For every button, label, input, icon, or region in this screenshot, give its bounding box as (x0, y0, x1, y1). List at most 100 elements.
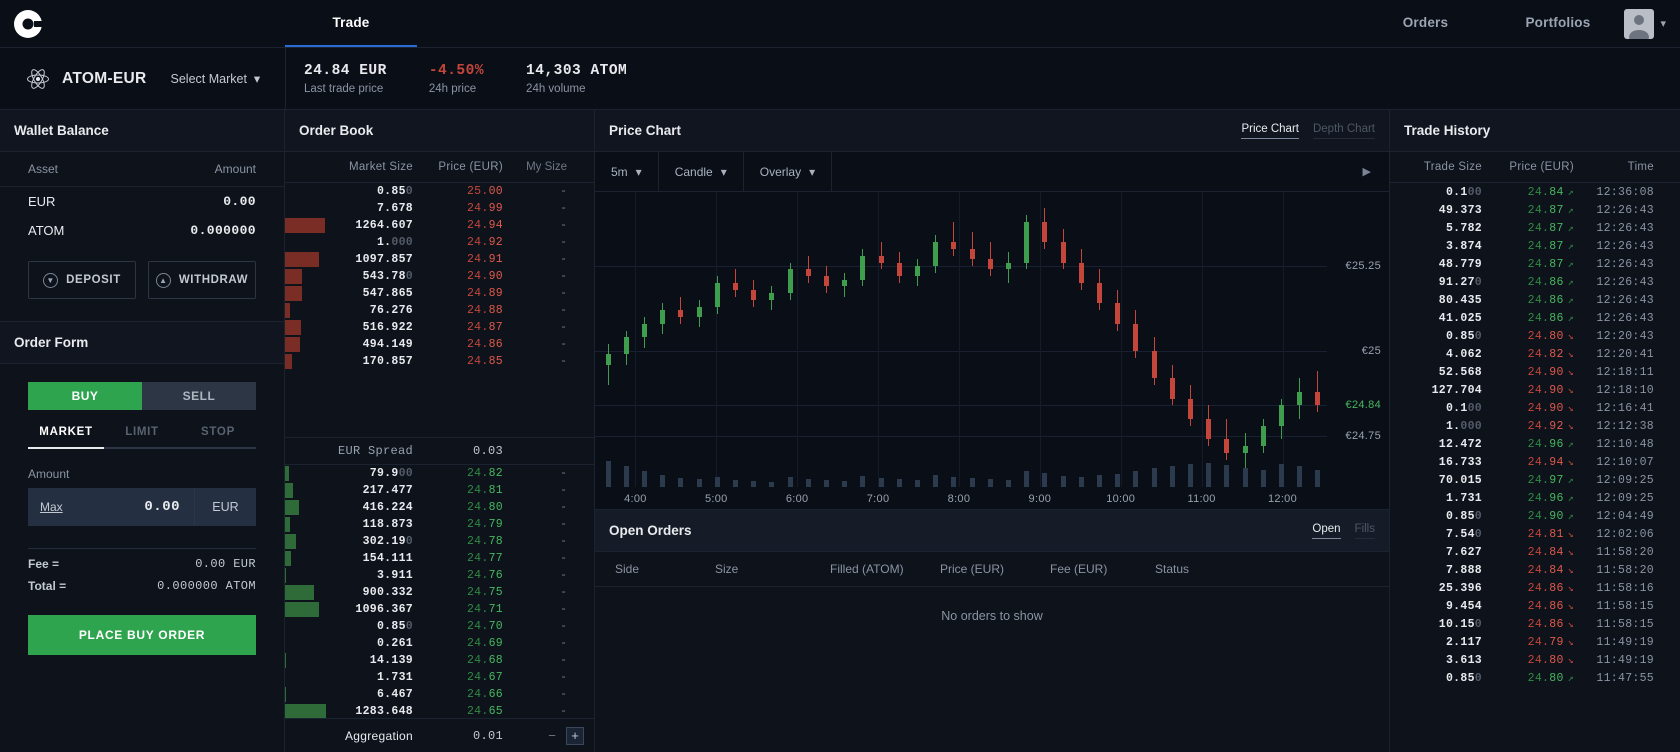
order-price: 24.85 (466, 355, 503, 368)
order-book-row[interactable]: 170.857 24.85 - (285, 353, 594, 370)
order-book-row[interactable]: 154.111 24.77 - (285, 550, 594, 567)
tab-portfolios[interactable]: Portfolios (1491, 0, 1624, 47)
market-selector[interactable]: ATOM-EUR Select Market ▾ (0, 67, 285, 91)
price-chart-canvas[interactable]: €25.25 €25 €24.84 €24.75 4:00 5:00 6:00 7:00 8:0… (595, 192, 1389, 509)
order-my-size: - (560, 500, 567, 514)
tab-trade[interactable]: Trade (285, 0, 417, 47)
trade-history-row[interactable]: 0.100 24.90 ↘ 12:16:41 (1390, 399, 1680, 417)
trade-history-row[interactable]: 1.731 24.96 ↗ 12:09:25 (1390, 489, 1680, 507)
interval-dropdown[interactable]: 5m ▾ (595, 152, 659, 191)
trade-history-row[interactable]: 4.062 24.82 ↘ 12:20:41 (1390, 345, 1680, 363)
candle-body (1279, 405, 1284, 426)
trade-history-row[interactable]: 127.704 24.90 ↘ 12:18:10 (1390, 381, 1680, 399)
aggregation-increase-button[interactable]: + (566, 726, 584, 745)
stat-last-trade-price: 24.84 EUR Last trade price (304, 63, 429, 95)
aggregation-decrease-button[interactable]: − (544, 728, 560, 743)
trade-history-row[interactable]: 3.874 24.87 ↗ 12:26:43 (1390, 237, 1680, 255)
trade-history-row[interactable]: 25.396 24.86 ↘ 11:58:16 (1390, 579, 1680, 597)
deposit-button[interactable]: ▼ DEPOSIT (28, 261, 136, 299)
order-book-row[interactable]: 118.873 24.79 - (285, 516, 594, 533)
volume-bar (733, 480, 738, 487)
overlay-dropdown[interactable]: Overlay ▾ (744, 152, 833, 191)
tab-fills[interactable]: Fills (1354, 523, 1375, 539)
play-icon[interactable]: ▶ (1345, 165, 1389, 178)
asks-list[interactable]: 0.850 25.00-7.678 24.99-1264.607 24.94-1.00… (285, 183, 594, 437)
trade-history-row[interactable]: 0.850 24.80 ↘ 12:20:43 (1390, 327, 1680, 345)
trade-history-row[interactable]: 7.627 24.84 ↘ 11:58:20 (1390, 543, 1680, 561)
order-book-row[interactable]: 0.850 25.00 - (285, 183, 594, 200)
order-book-row[interactable]: 0.850 24.70 - (285, 618, 594, 635)
trade-history-row[interactable]: 7.540 24.81 ↘ 12:02:06 (1390, 525, 1680, 543)
sell-button[interactable]: SELL (142, 382, 256, 410)
account-menu[interactable]: ▾ (1624, 0, 1680, 47)
trade-history-row[interactable]: 16.733 24.94 ↘ 12:10:07 (1390, 453, 1680, 471)
coinbase-logo-icon[interactable] (14, 9, 42, 38)
trade-history-row[interactable]: 0.100 24.84 ↗ 12:36:08 (1390, 183, 1680, 201)
trade-history-row[interactable]: 41.025 24.86 ↗ 12:26:43 (1390, 309, 1680, 327)
trade-history-row[interactable]: 1.000 24.92 ↘ 12:12:38 (1390, 417, 1680, 435)
trade-history-row[interactable]: 91.270 24.86 ↗ 12:26:43 (1390, 273, 1680, 291)
order-book-row[interactable]: 1097.857 24.91 - (285, 251, 594, 268)
order-price: 24.89 (466, 287, 503, 300)
tab-open[interactable]: Open (1312, 523, 1341, 539)
order-book-row[interactable]: 516.922 24.87 - (285, 319, 594, 336)
trade-size: 3.613 (1445, 653, 1482, 667)
order-book-row[interactable]: 900.332 24.75 - (285, 584, 594, 601)
withdraw-button[interactable]: ▲ WITHDRAW (148, 261, 256, 299)
avatar[interactable] (1624, 8, 1655, 39)
order-book-row[interactable]: 1264.607 24.94 - (285, 217, 594, 234)
order-book-row[interactable]: 76.276 24.88 - (285, 302, 594, 319)
order-book-row[interactable]: 79.900 24.82 - (285, 465, 594, 482)
trade-history-row[interactable]: 5.782 24.87 ↗ 12:26:43 (1390, 219, 1680, 237)
trade-price: 24.87 ↗ (1527, 221, 1574, 235)
chart-time-gridline (1201, 192, 1203, 487)
trade-history-row[interactable]: 0.850 24.80 ↗ 11:47:55 (1390, 669, 1680, 687)
order-book-row[interactable]: 0.261 24.69 - (285, 635, 594, 652)
max-link[interactable]: Max (28, 500, 63, 514)
order-book-row[interactable]: 1.000 24.92 - (285, 234, 594, 251)
trade-history-row[interactable]: 10.150 24.86 ↘ 11:58:15 (1390, 615, 1680, 633)
order-book-row[interactable]: 543.780 24.90 - (285, 268, 594, 285)
amount-input[interactable]: 0.00 (144, 499, 194, 515)
trade-history-row[interactable]: 49.373 24.87 ↗ 12:26:43 (1390, 201, 1680, 219)
order-type-market[interactable]: MARKET (28, 426, 104, 447)
trade-history-row[interactable]: 0.850 24.90 ↗ 12:04:49 (1390, 507, 1680, 525)
trade-history-row[interactable]: 80.435 24.86 ↗ 12:26:43 (1390, 291, 1680, 309)
trade-price: 24.80 ↗ (1527, 671, 1574, 685)
tab-depth-chart[interactable]: Depth Chart (1312, 123, 1375, 139)
order-book-row[interactable]: 302.190 24.78 - (285, 533, 594, 550)
buy-button[interactable]: BUY (28, 382, 142, 410)
order-type-limit[interactable]: LIMIT (104, 426, 180, 447)
order-book-row[interactable]: 3.911 24.76 - (285, 567, 594, 584)
trade-history-row[interactable]: 7.888 24.84 ↘ 11:58:20 (1390, 561, 1680, 579)
tab-orders[interactable]: Orders (1359, 0, 1491, 47)
place-buy-order-button[interactable]: PLACE BUY ORDER (28, 615, 256, 655)
trade-history-row[interactable]: 48.779 24.87 ↗ 12:26:43 (1390, 255, 1680, 273)
trade-history-list[interactable]: 0.100 24.84 ↗ 12:36:08 49.373 24.87 ↗ 12:26:43 5… (1390, 183, 1680, 687)
chart-type-dropdown[interactable]: Candle ▾ (659, 152, 744, 191)
order-book-row[interactable]: 416.224 24.80 - (285, 499, 594, 516)
order-book-row[interactable]: 1096.367 24.71 - (285, 601, 594, 618)
order-book-row[interactable]: 1.731 24.67 - (285, 669, 594, 686)
trade-size: 49.373 (1438, 203, 1482, 217)
trade-history-row[interactable]: 3.613 24.80 ↘ 11:49:19 (1390, 651, 1680, 669)
trade-history-row[interactable]: 52.568 24.90 ↘ 12:18:11 (1390, 363, 1680, 381)
select-market-dropdown[interactable]: Select Market ▾ (171, 71, 261, 87)
order-book-row[interactable]: 1283.648 24.65 - (285, 703, 594, 718)
amount-input-group[interactable]: Max 0.00 EUR (28, 488, 256, 526)
tab-price-chart[interactable]: Price Chart (1241, 123, 1299, 139)
trade-size: 127.704 (1431, 383, 1482, 397)
order-book-row[interactable]: 6.467 24.66 - (285, 686, 594, 703)
trade-history-row[interactable]: 9.454 24.86 ↘ 11:58:15 (1390, 597, 1680, 615)
trade-history-row[interactable]: 2.117 24.79 ↘ 11:49:19 (1390, 633, 1680, 651)
order-book-row[interactable]: 494.149 24.86 - (285, 336, 594, 353)
trade-history-row[interactable]: 12.472 24.96 ↗ 12:10:48 (1390, 435, 1680, 453)
order-book-row[interactable]: 217.477 24.81 - (285, 482, 594, 499)
order-type-stop[interactable]: STOP (180, 426, 256, 447)
bids-list[interactable]: 79.900 24.82-217.477 24.81-416.224 24.80-11… (285, 465, 594, 718)
trade-price: 24.81 ↘ (1527, 527, 1574, 541)
order-book-row[interactable]: 14.139 24.68 - (285, 652, 594, 669)
trade-history-row[interactable]: 70.015 24.97 ↗ 12:09:25 (1390, 471, 1680, 489)
order-book-row[interactable]: 7.678 24.99 - (285, 200, 594, 217)
order-book-row[interactable]: 547.865 24.89 - (285, 285, 594, 302)
